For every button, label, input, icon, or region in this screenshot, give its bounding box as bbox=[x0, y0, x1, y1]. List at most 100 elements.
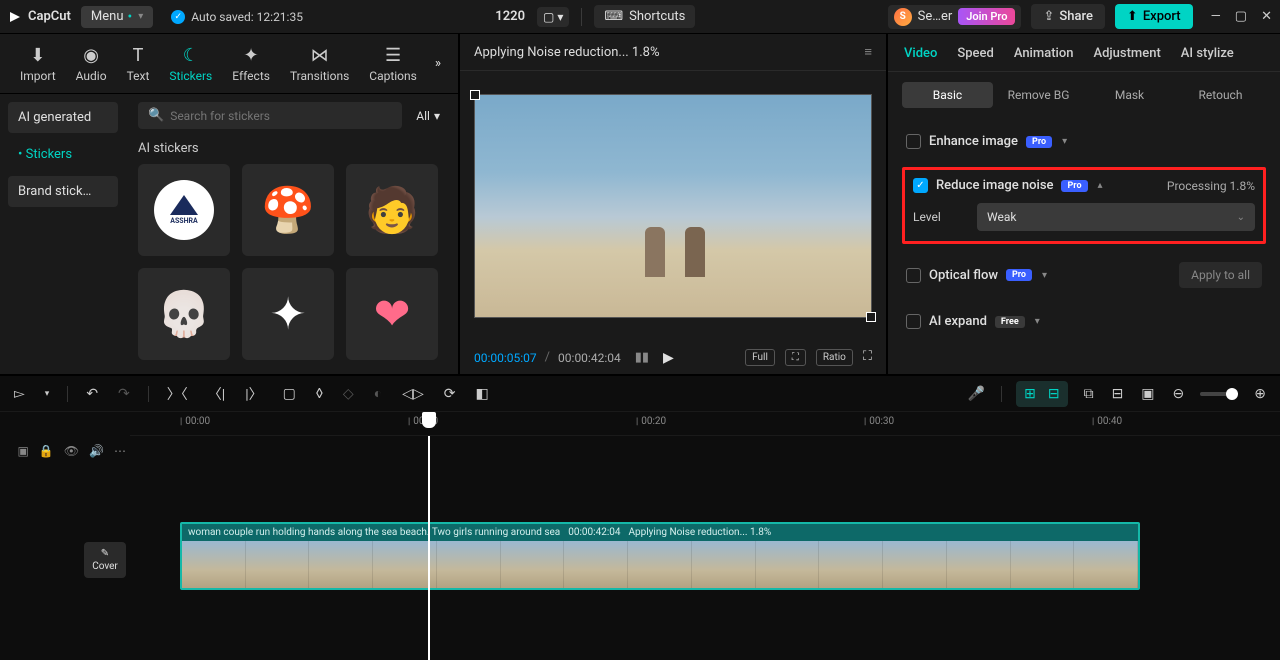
minimize-button[interactable]: — bbox=[1211, 9, 1221, 24]
add-track-icon[interactable]: ▣ bbox=[18, 444, 29, 458]
close-button[interactable]: ✕ bbox=[1261, 9, 1272, 24]
sidebar-item-brand-stickers[interactable]: Brand stick… bbox=[8, 176, 118, 207]
speaker-icon[interactable]: 🔊 bbox=[89, 444, 104, 458]
more-icon[interactable]: ⋯ bbox=[114, 444, 126, 458]
chevron-up-icon[interactable]: ▴ bbox=[1098, 180, 1103, 191]
split-button[interactable]: 〉〈 bbox=[165, 382, 190, 406]
sticker-tile[interactable]: ✦ bbox=[242, 268, 334, 360]
canvas-frame[interactable] bbox=[474, 94, 872, 318]
undo-button[interactable]: ↶ bbox=[84, 384, 100, 404]
enhance-checkbox[interactable] bbox=[906, 134, 921, 149]
eye-icon[interactable]: 👁 bbox=[64, 444, 79, 458]
transitions-icon: ⋈ bbox=[311, 44, 329, 66]
text-tool[interactable]: TText bbox=[117, 40, 160, 87]
apply-to-all-button[interactable]: Apply to all bbox=[1179, 262, 1262, 288]
tab-animation[interactable]: Animation bbox=[1014, 46, 1074, 61]
ratio-button[interactable]: Ratio bbox=[816, 349, 853, 366]
preview-canvas[interactable] bbox=[460, 71, 886, 341]
chevron-down-icon[interactable]: ▾ bbox=[1062, 136, 1067, 147]
sidebar-item-stickers[interactable]: • Stickers bbox=[8, 139, 118, 170]
marker-button[interactable]: ◊ bbox=[314, 384, 325, 404]
reduce-noise-checkbox[interactable]: ✓ bbox=[913, 178, 928, 193]
mirror-button[interactable]: ◁▷ bbox=[400, 384, 426, 404]
zoom-handle[interactable] bbox=[1226, 388, 1238, 400]
filter-all[interactable]: All ▾ bbox=[410, 102, 446, 129]
stickers-tool[interactable]: ☾Stickers bbox=[159, 40, 222, 87]
selection-tool[interactable]: ▻ bbox=[12, 384, 27, 404]
sticker-tile[interactable]: 💀 bbox=[138, 268, 230, 360]
delete-button[interactable]: ▢ bbox=[281, 384, 298, 404]
level-select[interactable]: Weak ⌄ bbox=[977, 203, 1255, 231]
share-button[interactable]: ⇪ Share bbox=[1031, 4, 1104, 29]
rotate-button[interactable]: ⟳ bbox=[442, 384, 458, 404]
sidebar-item-ai-generated[interactable]: AI generated bbox=[8, 102, 118, 133]
selection-more[interactable]: ▾ bbox=[43, 387, 52, 401]
chevron-down-icon[interactable]: ▾ bbox=[1042, 270, 1047, 281]
play-button[interactable]: ▶ bbox=[663, 350, 674, 366]
effects-tool[interactable]: ✦Effects bbox=[222, 40, 280, 87]
menu-button[interactable]: Menu • ▾ bbox=[81, 6, 153, 28]
sticker-tile[interactable]: 🍄 bbox=[242, 164, 334, 256]
export-button[interactable]: ⬆ Export bbox=[1115, 4, 1193, 29]
crop-button[interactable]: ◧ bbox=[473, 384, 490, 404]
captions-icon: ☰ bbox=[385, 44, 401, 66]
zoom-slider[interactable] bbox=[1200, 392, 1238, 396]
tab-speed[interactable]: Speed bbox=[957, 46, 993, 61]
video-clip[interactable]: woman couple run holding hands along the… bbox=[180, 522, 1140, 590]
trim-right-button[interactable]: |〉 bbox=[243, 382, 264, 406]
tab-video[interactable]: Video bbox=[904, 46, 937, 61]
tab-adjustment[interactable]: Adjustment bbox=[1093, 46, 1160, 61]
trim-left-button[interactable]: 〈| bbox=[206, 382, 227, 406]
ai-expand-checkbox[interactable] bbox=[906, 314, 921, 329]
timeline-ruler[interactable]: 00:00 00:10 00:20 00:30 00:40 bbox=[130, 412, 1280, 436]
crop-reset-button[interactable]: ⛶ bbox=[785, 349, 806, 366]
redo-button[interactable]: ↷ bbox=[116, 384, 132, 404]
import-tool[interactable]: ⬇Import bbox=[10, 40, 66, 87]
keyframe-button[interactable]: ◇ bbox=[341, 384, 356, 404]
layout-button[interactable]: ▢ ▾ bbox=[537, 7, 569, 27]
chevron-down-icon[interactable]: ▾ bbox=[1035, 316, 1040, 327]
sticker-tile[interactable]: 🧑 bbox=[346, 164, 438, 256]
shortcuts-button[interactable]: ⌨ Shortcuts bbox=[594, 5, 695, 28]
subtab-remove-bg[interactable]: Remove BG bbox=[993, 82, 1084, 108]
subtab-retouch[interactable]: Retouch bbox=[1175, 82, 1266, 108]
maximize-button[interactable]: ▢ bbox=[1235, 9, 1247, 24]
captions-tool[interactable]: ☰Captions bbox=[359, 40, 427, 87]
full-button[interactable]: Full bbox=[745, 349, 775, 366]
preview-toggle[interactable]: ▣ bbox=[1139, 384, 1156, 404]
join-pro-badge[interactable]: Join Pro bbox=[958, 8, 1015, 25]
sticker-tile[interactable]: ASSHRA bbox=[138, 164, 230, 256]
time-current: 00:00:05:07 bbox=[474, 351, 537, 365]
project-name[interactable]: 1220 bbox=[495, 9, 525, 24]
search-box[interactable]: 🔍 bbox=[138, 102, 402, 129]
timeline-toolbar: ▻ ▾ ↶ ↷ 〉〈 〈| |〉 ▢ ◊ ◇ ◐ ◁▷ ⟳ ◧ 🎤 ⊞ ⊟ ⧉ … bbox=[0, 376, 1280, 412]
free-badge: Free bbox=[995, 316, 1025, 328]
subtab-mask[interactable]: Mask bbox=[1084, 82, 1175, 108]
magnet-button[interactable]: ⊞ bbox=[1022, 384, 1038, 404]
levels-icon[interactable]: ▮▮ bbox=[635, 350, 649, 365]
link-button[interactable]: ⊟ bbox=[1046, 384, 1062, 404]
zoom-in-button[interactable]: ⊕ bbox=[1252, 384, 1268, 404]
mic-button[interactable]: 🎤 bbox=[966, 384, 987, 404]
lock-icon[interactable]: 🔒 bbox=[39, 444, 54, 458]
align-button[interactable]: ⊟ bbox=[1110, 384, 1126, 404]
transitions-tool[interactable]: ⋈Transitions bbox=[280, 40, 359, 87]
user-badge[interactable]: S Se…er Join Pro bbox=[888, 5, 1022, 29]
speed-button[interactable]: ◐ bbox=[372, 383, 384, 404]
preview-menu-icon[interactable]: ≡ bbox=[864, 44, 872, 60]
audio-tool[interactable]: ◉Audio bbox=[66, 40, 117, 87]
search-input[interactable] bbox=[170, 109, 392, 123]
ruler-mark: 00:40 bbox=[1092, 416, 1122, 427]
ruler-mark: 00:00 bbox=[180, 416, 210, 427]
topbar-center: 1220 ▢ ▾ ⌨ Shortcuts bbox=[313, 5, 878, 28]
fullscreen-icon[interactable]: ⛶ bbox=[863, 349, 872, 366]
chain-button[interactable]: ⧉ bbox=[1082, 384, 1096, 404]
sticker-tile[interactable]: ❤ bbox=[346, 268, 438, 360]
subtab-basic[interactable]: Basic bbox=[902, 82, 993, 108]
timeline-tracks[interactable]: woman couple run holding hands along the… bbox=[130, 436, 1280, 660]
zoom-out-button[interactable]: ⊖ bbox=[1171, 384, 1187, 404]
cover-button[interactable]: ✎ Cover bbox=[84, 542, 126, 578]
optical-flow-checkbox[interactable] bbox=[906, 268, 921, 283]
tab-ai-stylize[interactable]: AI stylize bbox=[1181, 46, 1234, 61]
more-tools-button[interactable]: » bbox=[427, 48, 449, 79]
